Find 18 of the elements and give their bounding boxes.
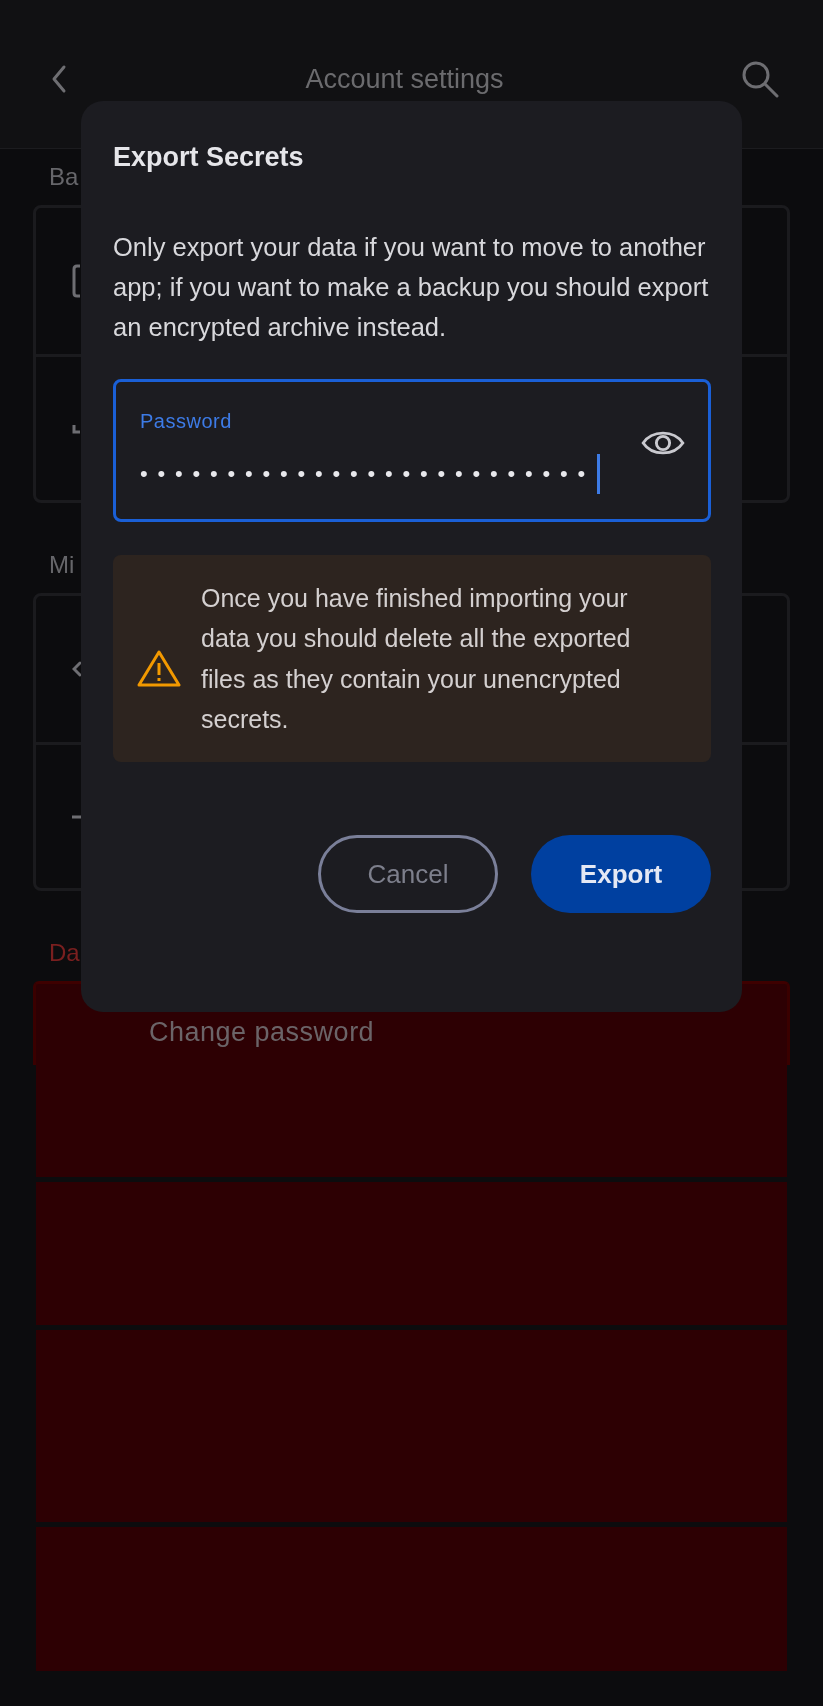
- warning-icon: [137, 648, 181, 687]
- row-label: Change password: [149, 1016, 375, 1048]
- section-heading: Da: [49, 938, 80, 968]
- dialog-message: Only export your data if you want to move to another app; if you want to make a backup you should export an encrypted archive instead.: [113, 232, 710, 343]
- minus-icon: [72, 814, 81, 819]
- section-heading: Mi: [49, 550, 75, 580]
- section-heading: Ba: [49, 162, 79, 192]
- export-button[interactable]: Export: [531, 835, 711, 913]
- chevron-left-icon: [50, 64, 68, 94]
- screen-title: Account settings: [304, 63, 505, 95]
- cancel-button[interactable]: Cancel: [318, 835, 498, 913]
- warning-text: Once you have finished importing your data you should delete all the exported files as they contain your unencrypted secrets.: [201, 582, 631, 735]
- corner-icon: [72, 423, 80, 434]
- chevron-left-icon: [72, 660, 81, 678]
- bracket-icon: [72, 264, 80, 298]
- search-icon: [741, 60, 779, 98]
- dialog-title: Export Secrets: [113, 141, 305, 174]
- password-field[interactable]: Password ••••••••••••••••••••••••••: [113, 379, 711, 522]
